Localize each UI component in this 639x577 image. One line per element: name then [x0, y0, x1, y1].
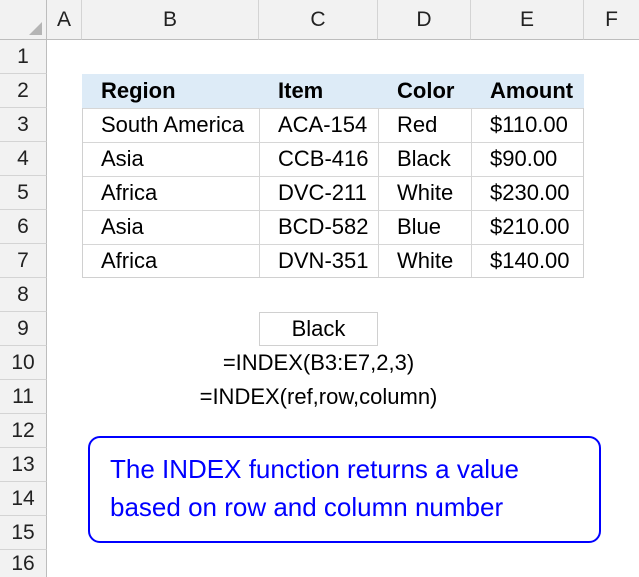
table-cell-amount[interactable]: $210.00: [471, 210, 584, 244]
table-cell-region[interactable]: Africa: [82, 176, 259, 210]
row-header-3[interactable]: 3: [0, 108, 47, 142]
row-header-15[interactable]: 15: [0, 516, 47, 550]
table-cell-color[interactable]: Black: [378, 142, 471, 176]
row-header-11[interactable]: 11: [0, 380, 47, 414]
table-cell-item[interactable]: CCB-416: [259, 142, 378, 176]
row-header-2[interactable]: 2: [0, 74, 47, 108]
explanation-line-1: The INDEX function returns a value: [110, 454, 519, 484]
table-cell-region[interactable]: Asia: [82, 142, 259, 176]
table-cell-amount[interactable]: $110.00: [471, 108, 584, 142]
table-cell-region[interactable]: Africa: [82, 244, 259, 278]
column-header-a[interactable]: A: [47, 0, 82, 40]
row-header-16[interactable]: 16: [0, 550, 47, 577]
table-header-item[interactable]: Item: [259, 74, 378, 108]
table-cell-item[interactable]: DVN-351: [259, 244, 378, 278]
table-cell-amount[interactable]: $140.00: [471, 244, 584, 278]
row-header-8[interactable]: 8: [0, 278, 47, 312]
table-header-color[interactable]: Color: [378, 74, 471, 108]
table-cell-color[interactable]: White: [378, 244, 471, 278]
row-header-13[interactable]: 13: [0, 448, 47, 482]
row-header-5[interactable]: 5: [0, 176, 47, 210]
table-cell-color[interactable]: Red: [378, 108, 471, 142]
column-header-e[interactable]: E: [471, 0, 584, 40]
column-header-d[interactable]: D: [378, 0, 471, 40]
table-cell-region[interactable]: Asia: [82, 210, 259, 244]
row-header-4[interactable]: 4: [0, 142, 47, 176]
table-cell-amount[interactable]: $230.00: [471, 176, 584, 210]
row-header-7[interactable]: 7: [0, 244, 47, 278]
syntax-text: =INDEX(ref,row,column): [199, 384, 438, 409]
row-header-1[interactable]: 1: [0, 40, 47, 74]
result-cell[interactable]: Black: [259, 312, 378, 346]
table-cell-item[interactable]: DVC-211: [259, 176, 378, 210]
explanation-textbox[interactable]: The INDEX function returns a value based…: [88, 436, 601, 543]
column-header-f[interactable]: F: [584, 0, 639, 40]
table-header-region[interactable]: Region: [82, 74, 259, 108]
row-header-12[interactable]: 12: [0, 414, 47, 448]
table-cell-color[interactable]: White: [378, 176, 471, 210]
column-header-b[interactable]: B: [82, 0, 259, 40]
row-header-14[interactable]: 14: [0, 482, 47, 516]
row-header-9[interactable]: 9: [0, 312, 47, 346]
table-cell-item[interactable]: ACA-154: [259, 108, 378, 142]
row-header-6[interactable]: 6: [0, 210, 47, 244]
explanation-line-2: based on row and column number: [110, 492, 504, 522]
table-cell-region[interactable]: South America: [82, 108, 259, 142]
table-cell-item[interactable]: BCD-582: [259, 210, 378, 244]
table-cell-amount[interactable]: $90.00: [471, 142, 584, 176]
select-all-triangle-icon: [29, 22, 42, 35]
row-header-10[interactable]: 10: [0, 346, 47, 380]
table-cell-color[interactable]: Blue: [378, 210, 471, 244]
select-all-corner[interactable]: [0, 0, 47, 40]
column-header-c[interactable]: C: [259, 0, 378, 40]
formula-text: =INDEX(B3:E7,2,3): [222, 350, 415, 375]
table-header-amount[interactable]: Amount: [471, 74, 584, 108]
